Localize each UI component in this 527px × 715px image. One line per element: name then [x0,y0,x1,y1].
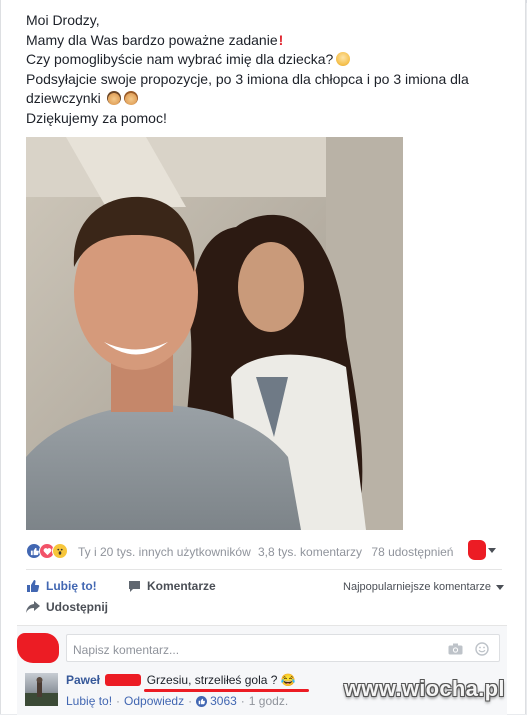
wow-reaction-icon [52,543,68,559]
post-line: Czy pomoglibyście nam wybrać imię dla dz… [26,50,496,70]
share-button-label: Udostępnij [46,600,108,614]
comment-like-link[interactable]: Lubię to! [66,694,112,708]
comment-input[interactable]: Napisz komentarz... [66,634,500,662]
share-button[interactable]: Udostępnij [26,600,108,614]
shares-count[interactable]: 78 udostępnień [371,545,453,559]
comment-icon [129,580,140,592]
laughing-emoji-icon: 😂 [280,673,296,687]
redacted-surname [105,674,142,686]
profile-photo [25,677,58,706]
baby-emoji-icon [336,52,351,66]
chevron-down-icon[interactable] [488,548,496,553]
camera-icon[interactable] [448,643,463,655]
comment: Paweł B Grzesiu, strzeliłeś gola ? 😂 [66,673,296,687]
sort-comments-dropdown[interactable]: Najpopularniejsze komentarze [343,581,504,593]
thumbs-up-icon [27,580,40,592]
post-actions: Lubię to! Komentarze Najpopularniejsze k… [26,578,504,598]
comment-timestamp[interactable]: 1 godz. [249,694,288,708]
comment-like-count[interactable]: 3063 [210,694,237,708]
couple-selfie-image [26,137,403,530]
reaction-icons[interactable] [26,543,70,559]
like-button-label: Lubię to! [46,579,97,593]
post-text: Moi Drodzy, Mamy dla Was bardzo poważne … [26,11,496,128]
watermark: www.wiocha.pl [344,676,505,701]
comment-author[interactable]: Paweł [66,673,100,687]
comment-text: Grzesiu, strzeliłeś gola ? [146,673,278,687]
redacted-avatar [17,633,59,663]
redacted-avatar [468,540,486,560]
girl-emoji-icon [123,91,138,105]
separator: · [240,694,245,708]
post-line: Moi Drodzy, [26,12,100,28]
separator: · [116,694,121,708]
post-line-text: Mamy dla Was bardzo poważne zadanie [26,31,278,48]
post-line: dziewczynki [26,89,496,109]
separator: · [188,694,193,708]
red-underline [144,689,309,692]
comment-input-placeholder: Napisz komentarz... [73,643,180,657]
boy-emoji-icon [106,91,121,105]
comment-button[interactable]: Komentarze [128,579,216,593]
divider [26,569,502,570]
comment-actions: Lubię to! · Odpowiedz · 3063 · 1 godz. [66,694,288,708]
post-counts: 3,8 tys. komentarzy 78 udostępnień [258,545,459,559]
comments-count[interactable]: 3,8 tys. komentarzy [258,545,362,559]
sort-label: Najpopularniejsze komentarze [343,581,491,593]
emoji-picker-icon[interactable] [475,642,489,656]
post-line-text: Czy pomoglibyście nam wybrać imię dla dz… [26,51,334,67]
exclamation-mark-icon: ! [278,31,284,48]
post-line: Mamy dla Was bardzo poważne zadanie! [26,31,496,51]
like-button[interactable]: Lubię to! [26,579,97,593]
reaction-stats: Ty i 20 tys. innych użytkowników 3,8 tys… [26,540,506,562]
reactions-summary[interactable]: Ty i 20 tys. innych użytkowników [78,545,251,559]
avatar[interactable] [25,673,58,706]
post-photo[interactable] [26,137,403,530]
reply-link[interactable]: Odpowiedz [124,694,184,708]
share-arrow-icon [26,601,40,613]
post-line: Dziękujemy za pomoc! [26,109,167,126]
chevron-down-icon [496,584,504,590]
like-badge-icon [196,695,208,707]
post-line-text: dziewczynki [26,90,101,106]
post-line: Podsyłajcie swoje propozycje, po 3 imion… [26,70,469,87]
comment-button-label: Komentarze [147,579,216,593]
